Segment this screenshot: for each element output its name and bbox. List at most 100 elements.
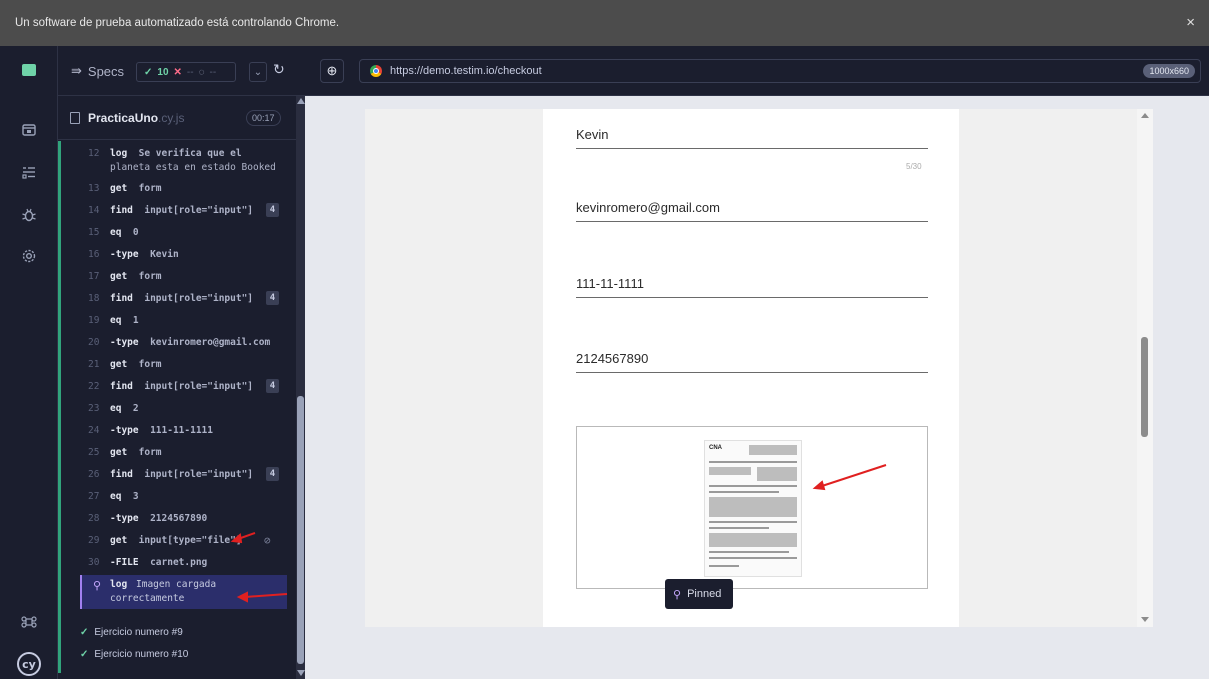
command-number: 16 — [88, 249, 100, 260]
log-message-line2: correctamente — [110, 593, 185, 604]
reload-icon[interactable]: ↻ — [273, 61, 285, 78]
hidden-element-eye-icon: ⊘ — [264, 534, 271, 547]
command-number: 18 — [88, 293, 100, 304]
email-field[interactable]: kevinromero@gmail.com — [576, 200, 928, 222]
command-number: 20 — [88, 337, 100, 348]
doc-header-block — [749, 445, 797, 455]
spec-filename: PracticaUno — [88, 111, 159, 125]
spec-extension: .cy.js — [158, 111, 185, 125]
command-argument: carnet.png — [150, 557, 208, 568]
command-number: 27 — [88, 491, 100, 502]
app-logo-icon[interactable] — [22, 64, 36, 76]
command-keyword: -type — [110, 249, 139, 260]
command-name: -FILE carnet.png — [110, 557, 207, 568]
command-argument: Se verifica que el — [138, 148, 242, 159]
scrollbar-thumb[interactable] — [297, 396, 304, 664]
command-keyword: eq — [110, 315, 122, 326]
command-keyword: find — [110, 205, 133, 216]
command-number: 25 — [88, 447, 100, 458]
command-argument: 1 — [132, 315, 139, 326]
name-field[interactable]: Kevin — [576, 127, 928, 149]
command-argument: 2124567890 — [150, 513, 208, 524]
doc-signature-line — [709, 565, 739, 567]
scroll-down-arrow-icon[interactable] — [297, 670, 305, 676]
command-number: 15 — [88, 227, 100, 238]
command-keyword: find — [110, 469, 133, 480]
command-name: -type 2124567890 — [110, 513, 207, 524]
selector-playground-crosshair-icon[interactable]: ⊕ — [320, 59, 344, 83]
chevron-down-icon[interactable]: ⌄ — [249, 62, 267, 82]
spec-header: PracticaUno.cy.js 00:17 — [58, 96, 296, 140]
image-upload-preview[interactable]: CNA — [576, 426, 928, 589]
aut-scrollbar[interactable] — [1137, 109, 1153, 627]
specs-label: Specs — [87, 63, 125, 79]
debug-bug-icon[interactable] — [21, 207, 37, 223]
doc-table — [709, 497, 797, 517]
command-keyword: get — [110, 183, 128, 194]
failed-count: -- — [186, 66, 194, 78]
pending-circle-icon: ◌ — [198, 66, 205, 78]
command-argument: input[type="file"] — [138, 535, 242, 546]
command-argument-line2: planeta esta en estado Booked — [110, 162, 276, 173]
settings-gear-icon[interactable] — [21, 248, 37, 264]
checkout-form: Kevin 5/30 kevinromero@gmail.com 111-11-… — [543, 109, 959, 627]
pinned-log-command[interactable]: ⚲ log Imagen cargada correctamente — [80, 575, 287, 609]
ssn-field[interactable]: 111-11-1111 — [576, 276, 928, 298]
command-keyword: -type — [110, 425, 139, 436]
doc-line — [709, 521, 797, 523]
command-number: 14 — [88, 205, 100, 216]
command-argument: 111-11-1111 — [150, 425, 213, 436]
specs-button[interactable]: ⇛ Specs — [71, 63, 124, 79]
command-argument: input[role="input"] — [144, 293, 254, 304]
close-icon[interactable]: × — [1186, 15, 1195, 30]
doc-block — [709, 467, 751, 475]
command-name: find input[role="input"] — [110, 381, 253, 392]
scrollbar-thumb[interactable] — [1141, 337, 1148, 437]
doc-line — [709, 491, 779, 493]
spec-name: PracticaUno.cy.js — [88, 111, 184, 125]
command-argument: input[role="input"] — [144, 381, 254, 392]
scroll-up-arrow-icon[interactable] — [297, 98, 305, 104]
pinned-tooltip-label: Pinned — [687, 588, 722, 600]
command-keyword: find — [110, 381, 133, 392]
chrome-browser-icon — [370, 65, 382, 77]
reporter-toolbar: ⇛ Specs ✓ 10 ✕ -- ◌ -- ⌄ ↻ — [58, 46, 305, 96]
command-name: -type Kevin — [110, 249, 179, 260]
reporter-scrollbar[interactable] — [296, 96, 305, 679]
scroll-down-arrow-icon[interactable] — [1141, 617, 1149, 622]
command-name: find input[role="input"] — [110, 293, 253, 304]
scroll-up-arrow-icon[interactable] — [1141, 113, 1149, 118]
test-item[interactable]: ✓ Ejercicio numero #9 — [80, 627, 183, 638]
command-argument: 2 — [132, 403, 139, 414]
keyboard-shortcuts-icon[interactable] — [21, 614, 37, 630]
doc-line — [709, 551, 789, 553]
command-name: find input[role="input"] — [110, 469, 253, 480]
passed-check-icon: ✓ — [80, 649, 89, 660]
specs-list-icon[interactable] — [21, 164, 37, 180]
command-keyword: find — [110, 293, 133, 304]
command-keyword: get — [110, 271, 128, 282]
command-keyword: get — [110, 447, 128, 458]
command-number: 12 — [88, 148, 100, 159]
test-item[interactable]: ✓ Ejercicio numero #10 — [80, 649, 188, 660]
aut-header: ⊕ https://demo.testim.io/checkout 1000x6… — [305, 46, 1209, 96]
command-keyword: eq — [110, 491, 122, 502]
command-number: 24 — [88, 425, 100, 436]
viewport-size-badge[interactable]: 1000x660 — [1143, 64, 1195, 78]
command-argument: form — [138, 447, 162, 458]
command-number: 26 — [88, 469, 100, 480]
runs-icon[interactable] — [21, 122, 37, 138]
command-name: eq 1 — [110, 315, 139, 326]
doc-line — [709, 527, 769, 529]
phone-field[interactable]: 2124567890 — [576, 351, 928, 373]
doc-table — [709, 533, 797, 547]
cypress-logo-icon[interactable]: cy — [17, 652, 41, 676]
test-title: Ejercicio numero #9 — [94, 627, 183, 638]
passed-check-icon: ✓ — [80, 627, 89, 638]
command-name: get input[type="file"] — [110, 535, 242, 546]
log-message-line1: Imagen cargada — [136, 579, 217, 590]
command-argument: 0 — [132, 227, 139, 238]
pin-icon: ⚲ — [673, 588, 682, 601]
url-bar[interactable]: https://demo.testim.io/checkout 1000x660 — [359, 59, 1201, 83]
command-name: eq 0 — [110, 227, 139, 238]
